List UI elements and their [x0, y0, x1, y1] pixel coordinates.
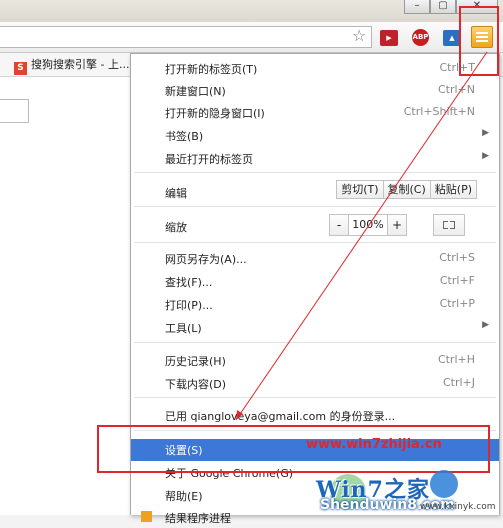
menu-item-tools[interactable]: 工具(L) ▶ [131, 317, 499, 338]
submenu-arrow-icon: ▶ [482, 320, 489, 330]
warning-icon [141, 511, 152, 522]
fullscreen-button[interactable] [433, 214, 465, 236]
menu-item-new-window[interactable]: 新建窗口(N) Ctrl+N [131, 80, 499, 101]
bookmark-star-icon[interactable]: ☆ [352, 27, 366, 45]
menu-shortcut: Ctrl+J [442, 376, 475, 389]
copy-button[interactable]: 复制(C) [382, 180, 431, 199]
menu-item-save-as[interactable]: 网页另存为(A)... Ctrl+S [131, 248, 499, 269]
annotation-box-menu-button [459, 6, 499, 76]
video-extension-icon[interactable]: ▶ [380, 30, 398, 46]
fullscreen-corner [450, 224, 455, 229]
zoom-controls: - 100% + [329, 214, 407, 236]
menu-label: 网页另存为(A)... [165, 253, 247, 266]
fullscreen-corner [443, 224, 448, 229]
menu-shortcut: Ctrl+S [439, 251, 475, 264]
menu-separator [134, 242, 496, 243]
menu-label: 帮助(E) [165, 490, 203, 503]
menu-label: 打印(P)... [165, 299, 213, 312]
menu-item-signed-in[interactable]: 已用 qiangloveya@gmail.com 的身份登录... [131, 405, 499, 426]
zoom-level: 100% [348, 214, 388, 236]
menu-label: 查找(F)... [165, 276, 213, 289]
menu-item-history[interactable]: 历史记录(H) Ctrl+H [131, 350, 499, 371]
menu-separator [134, 206, 496, 207]
sogou-favicon-icon: S [14, 62, 27, 75]
menu-item-downloads[interactable]: 下载内容(D) Ctrl+J [131, 373, 499, 394]
submenu-arrow-icon: ▶ [482, 151, 489, 161]
menu-item-incognito[interactable]: 打开新的隐身窗口(I) Ctrl+Shift+N [131, 102, 499, 123]
restore-button[interactable]: ▢ [430, 0, 456, 14]
menu-shortcut: Ctrl+N [437, 83, 475, 96]
menu-label: 已用 qiangloveya@gmail.com 的身份登录... [165, 410, 396, 423]
menu-label: 缩放 [165, 221, 187, 234]
menu-shortcut: Ctrl+H [437, 353, 475, 366]
menu-item-print[interactable]: 打印(P)... Ctrl+P [131, 294, 499, 315]
menu-label: 最近打开的标签页 [165, 153, 253, 166]
menu-label: 历史记录(H) [165, 355, 226, 368]
adblock-plus-icon[interactable]: ABP [412, 29, 429, 46]
paste-button[interactable]: 粘贴(P) [429, 180, 477, 199]
menu-label: 打开新的标签页(T) [165, 63, 258, 76]
menu-label: 新建窗口(N) [165, 85, 226, 98]
menu-label: 编辑 [165, 187, 187, 200]
edit-buttons: 剪切(T) 复制(C) 粘贴(P) [336, 180, 477, 199]
cut-button[interactable]: 剪切(T) [336, 180, 384, 199]
menu-label: 打开新的隐身窗口(I) [165, 107, 265, 120]
menu-separator [134, 172, 496, 173]
address-bar[interactable] [0, 26, 372, 48]
watermark-site: www.kxinyk.com [420, 502, 496, 512]
minimize-button[interactable]: – [404, 0, 430, 14]
zoom-out-button[interactable]: - [329, 214, 349, 236]
bookmark-label: 搜狗搜索引擎 - 上... [31, 58, 130, 71]
bookmark-item-sogou[interactable]: S 搜狗搜索引擎 - 上... [14, 57, 130, 75]
menu-shortcut: Ctrl+F [439, 274, 475, 287]
menu-item-zoom: 缩放 - 100% + [131, 214, 499, 237]
watermark-url: www.win7zhijia.cn [306, 437, 442, 452]
restore-icon: ▢ [438, 0, 448, 11]
menu-separator [134, 342, 496, 343]
menu-item-new-tab[interactable]: 打开新的标签页(T) Ctrl+T [131, 58, 499, 79]
menu-label: 工具(L) [165, 322, 202, 335]
menu-item-find[interactable]: 查找(F)... Ctrl+F [131, 271, 499, 292]
menu-item-recent-tabs[interactable]: 最近打开的标签页 ▶ [131, 148, 499, 169]
zoom-in-button[interactable]: + [387, 214, 407, 236]
menu-label: 下载内容(D) [165, 378, 227, 391]
menu-label: 结果程序进程 [165, 512, 231, 525]
submenu-arrow-icon: ▶ [482, 128, 489, 138]
minimize-icon: – [414, 0, 420, 11]
menu-label: 书签(B) [165, 130, 204, 143]
menu-item-edit: 编辑 剪切(T) 复制(C) 粘贴(P) [131, 180, 499, 203]
menu-item-bookmarks[interactable]: 书签(B) ▶ [131, 125, 499, 146]
menu-shortcut: Ctrl+Shift+N [403, 105, 475, 118]
menu-shortcut: Ctrl+P [439, 297, 475, 310]
menu-separator [134, 397, 496, 398]
page-input-field[interactable] [0, 99, 29, 123]
